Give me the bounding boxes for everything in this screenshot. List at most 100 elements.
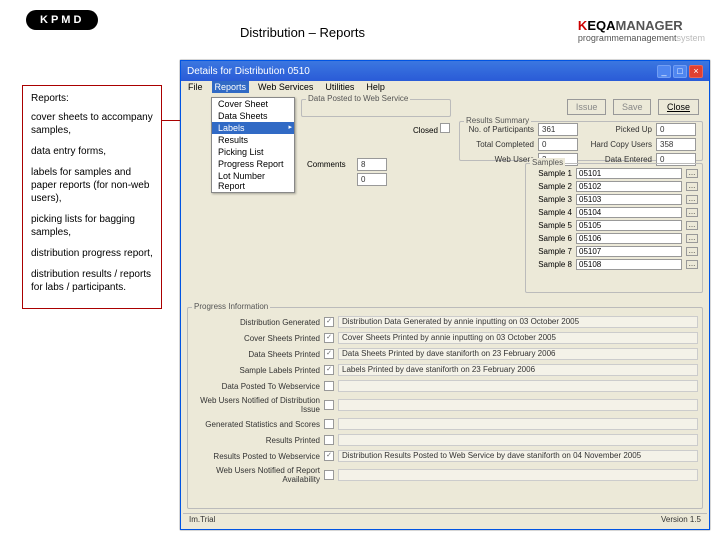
window-title: Details for Distribution 0510 <box>187 66 310 77</box>
progress-text: Cover Sheets Printed by annie inputting … <box>338 332 698 344</box>
page-header: KPMD Distribution – Reports KEQAMANAGER … <box>0 10 720 50</box>
sample-browse-button[interactable]: … <box>686 221 698 230</box>
menu-help[interactable]: Help <box>363 81 388 93</box>
status-left: Im.Trial <box>189 515 215 526</box>
progress-checkbox[interactable]: ✓ <box>324 317 334 327</box>
sample-browse-button[interactable]: … <box>686 260 698 269</box>
sidebar-item: cover sheets to accompany samples, <box>31 111 153 137</box>
sample-label: Sample 3 <box>530 195 572 204</box>
sample-label: Sample 4 <box>530 208 572 217</box>
brand-eqa: EQA <box>587 18 615 33</box>
logo-kpmd: KPMD <box>26 10 98 30</box>
sample-input[interactable]: 05107 <box>576 246 682 257</box>
brand-manager: MANAGER <box>615 18 682 33</box>
issue-button[interactable]: Issue <box>567 99 607 115</box>
progress-text <box>338 399 698 411</box>
progress-text: Labels Printed by dave staniforth on 23 … <box>338 364 698 376</box>
progress-checkbox[interactable] <box>324 419 334 429</box>
pickedup-value: 0 <box>656 123 696 136</box>
progress-row-label: Data Posted To Webservice <box>192 382 320 391</box>
maximize-button[interactable]: □ <box>673 65 687 78</box>
sample-input[interactable]: 05105 <box>576 220 682 231</box>
brand-block: KEQAMANAGER programmemanagementsystem <box>578 18 705 43</box>
sample-browse-button[interactable]: … <box>686 208 698 217</box>
sample-browse-button[interactable]: … <box>686 234 698 243</box>
sample-label: Sample 5 <box>530 221 572 230</box>
status-right: Version 1.5 <box>661 515 701 526</box>
progress-checkbox[interactable]: ✓ <box>324 349 334 359</box>
titlebar[interactable]: Details for Distribution 0510 _ □ × <box>181 61 709 81</box>
sample-input[interactable]: 05102 <box>576 181 682 192</box>
closed-checkbox[interactable] <box>440 123 450 133</box>
statusbar: Im.Trial Version 1.5 <box>183 513 707 527</box>
comments-label: Comments <box>307 160 353 169</box>
totalcompleted-value: 0 <box>538 138 578 151</box>
dropdown-item-labels[interactable]: Labels <box>212 122 294 134</box>
progress-row-label: Results Posted to Webservice <box>192 452 320 461</box>
menu-reports[interactable]: Reports <box>212 81 250 93</box>
save-button[interactable]: Save <box>613 99 652 115</box>
sample-browse-button[interactable]: … <box>686 195 698 204</box>
progress-row-label: Web Users Notified of Report Availabilit… <box>192 466 320 484</box>
sidebar-item: labels for samples and paper reports (fo… <box>31 166 153 205</box>
sidebar-item: data entry forms, <box>31 145 153 158</box>
dropdown-item[interactable]: Cover Sheet <box>212 98 294 110</box>
menu-utilities[interactable]: Utilities <box>322 81 357 93</box>
results-summary-label: Results Summary <box>464 116 531 125</box>
progress-checkbox[interactable]: ✓ <box>324 451 334 461</box>
dropdown-item[interactable]: Progress Report <box>212 158 294 170</box>
sample-input[interactable]: 05103 <box>576 194 682 205</box>
sample-browse-button[interactable]: … <box>686 182 698 191</box>
progress-row-label: Generated Statistics and Scores <box>192 420 320 429</box>
dropdown-item[interactable]: Results <box>212 134 294 146</box>
hardcopy-value: 358 <box>656 138 696 151</box>
close-button[interactable]: × <box>689 65 703 78</box>
brand-programme: programmemanagement <box>578 33 677 43</box>
progress-text <box>338 418 698 430</box>
sidebar-item: distribution progress report, <box>31 247 153 260</box>
menu-webservices[interactable]: Web Services <box>255 81 316 93</box>
progress-checkbox[interactable] <box>324 470 334 480</box>
sample-input[interactable]: 05106 <box>576 233 682 244</box>
close-window-button[interactable]: Close <box>658 99 699 115</box>
sample-browse-button[interactable]: … <box>686 247 698 256</box>
sample-label: Sample 2 <box>530 182 572 191</box>
closed-label: Closed <box>413 126 438 135</box>
progress-checkbox[interactable] <box>324 400 334 410</box>
progress-text <box>338 380 698 392</box>
progress-checkbox[interactable]: ✓ <box>324 333 334 343</box>
sample-label: Sample 6 <box>530 234 572 243</box>
dropdown-item[interactable]: Picking List <box>212 146 294 158</box>
sample-input[interactable]: 05108 <box>576 259 682 270</box>
participants-label: No. of Participants <box>464 125 534 134</box>
progress-row-label: Cover Sheets Printed <box>192 334 320 343</box>
progress-row-label: Sample Labels Printed <box>192 366 320 375</box>
dropdown-item[interactable]: Data Sheets <box>212 110 294 122</box>
progress-checkbox[interactable]: ✓ <box>324 365 334 375</box>
progress-row-label: Web Users Notified of Distribution Issue <box>192 396 320 414</box>
menubar: File Reports Web Services Utilities Help <box>181 81 709 97</box>
comments-value2: 0 <box>357 173 387 186</box>
progress-text <box>338 434 698 446</box>
sidebar-notes: Reports: cover sheets to accompany sampl… <box>22 85 162 309</box>
sample-label: Sample 1 <box>530 169 572 178</box>
sample-browse-button[interactable]: … <box>686 169 698 178</box>
minimize-button[interactable]: _ <box>657 65 671 78</box>
participants-value: 361 <box>538 123 578 136</box>
hardcopy-label: Hard Copy Users <box>582 140 652 149</box>
progress-row-label: Distribution Generated <box>192 318 320 327</box>
dropdown-item[interactable]: Lot Number Report <box>212 170 294 192</box>
menu-file[interactable]: File <box>185 81 206 93</box>
sample-input[interactable]: 05101 <box>576 168 682 179</box>
progress-row-label: Data Sheets Printed <box>192 350 320 359</box>
progress-checkbox[interactable] <box>324 435 334 445</box>
samples-label: Samples <box>530 158 565 167</box>
brand-system: system <box>676 33 705 43</box>
reports-dropdown: Cover Sheet Data Sheets Labels Results P… <box>211 97 295 193</box>
progress-row-label: Results Printed <box>192 436 320 445</box>
brand-k: K <box>578 18 587 33</box>
progress-checkbox[interactable] <box>324 381 334 391</box>
progress-label: Progress Information <box>192 302 270 311</box>
progress-text: Distribution Results Posted to Web Servi… <box>338 450 698 462</box>
sample-input[interactable]: 05104 <box>576 207 682 218</box>
